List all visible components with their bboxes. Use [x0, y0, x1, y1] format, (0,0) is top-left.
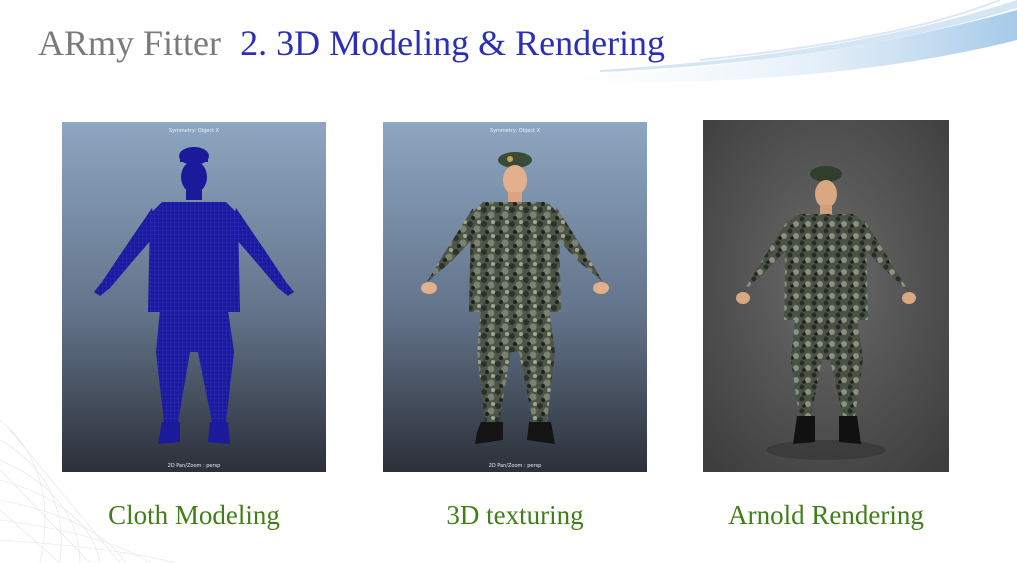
caption-3d-texturing: 3D texturing: [446, 500, 584, 530]
cloth-modeling-panel: Symmetry: Object X 2D Pan/Zoom : persp: [62, 122, 326, 472]
viewport-camera-label: 2D Pan/Zoom : persp: [167, 463, 221, 469]
caption-arnold-rendering: Arnold Rendering: [728, 500, 924, 530]
wireframe-figure-image: [62, 122, 326, 472]
slide-title: ARmy Fitter 2. 3D Modeling & Rendering: [38, 22, 665, 64]
section-title: 2. 3D Modeling & Rendering: [240, 23, 666, 63]
viewport-camera-label: 2D Pan/Zoom : persp: [488, 463, 542, 469]
viewport-symmetry-label: Symmetry: Object X: [489, 128, 541, 134]
textured-figure-image: [383, 122, 647, 472]
viewport-symmetry-label: Symmetry: Object X: [168, 128, 220, 134]
caption-cloth-modeling: Cloth Modeling: [108, 500, 280, 530]
arnold-rendering-panel: [703, 120, 949, 472]
brand-title: ARmy Fitter: [38, 23, 222, 63]
texturing-panel: Symmetry: Object X 2D Pan/Zoom : persp: [383, 122, 647, 472]
rendered-figure-image: [703, 120, 949, 472]
